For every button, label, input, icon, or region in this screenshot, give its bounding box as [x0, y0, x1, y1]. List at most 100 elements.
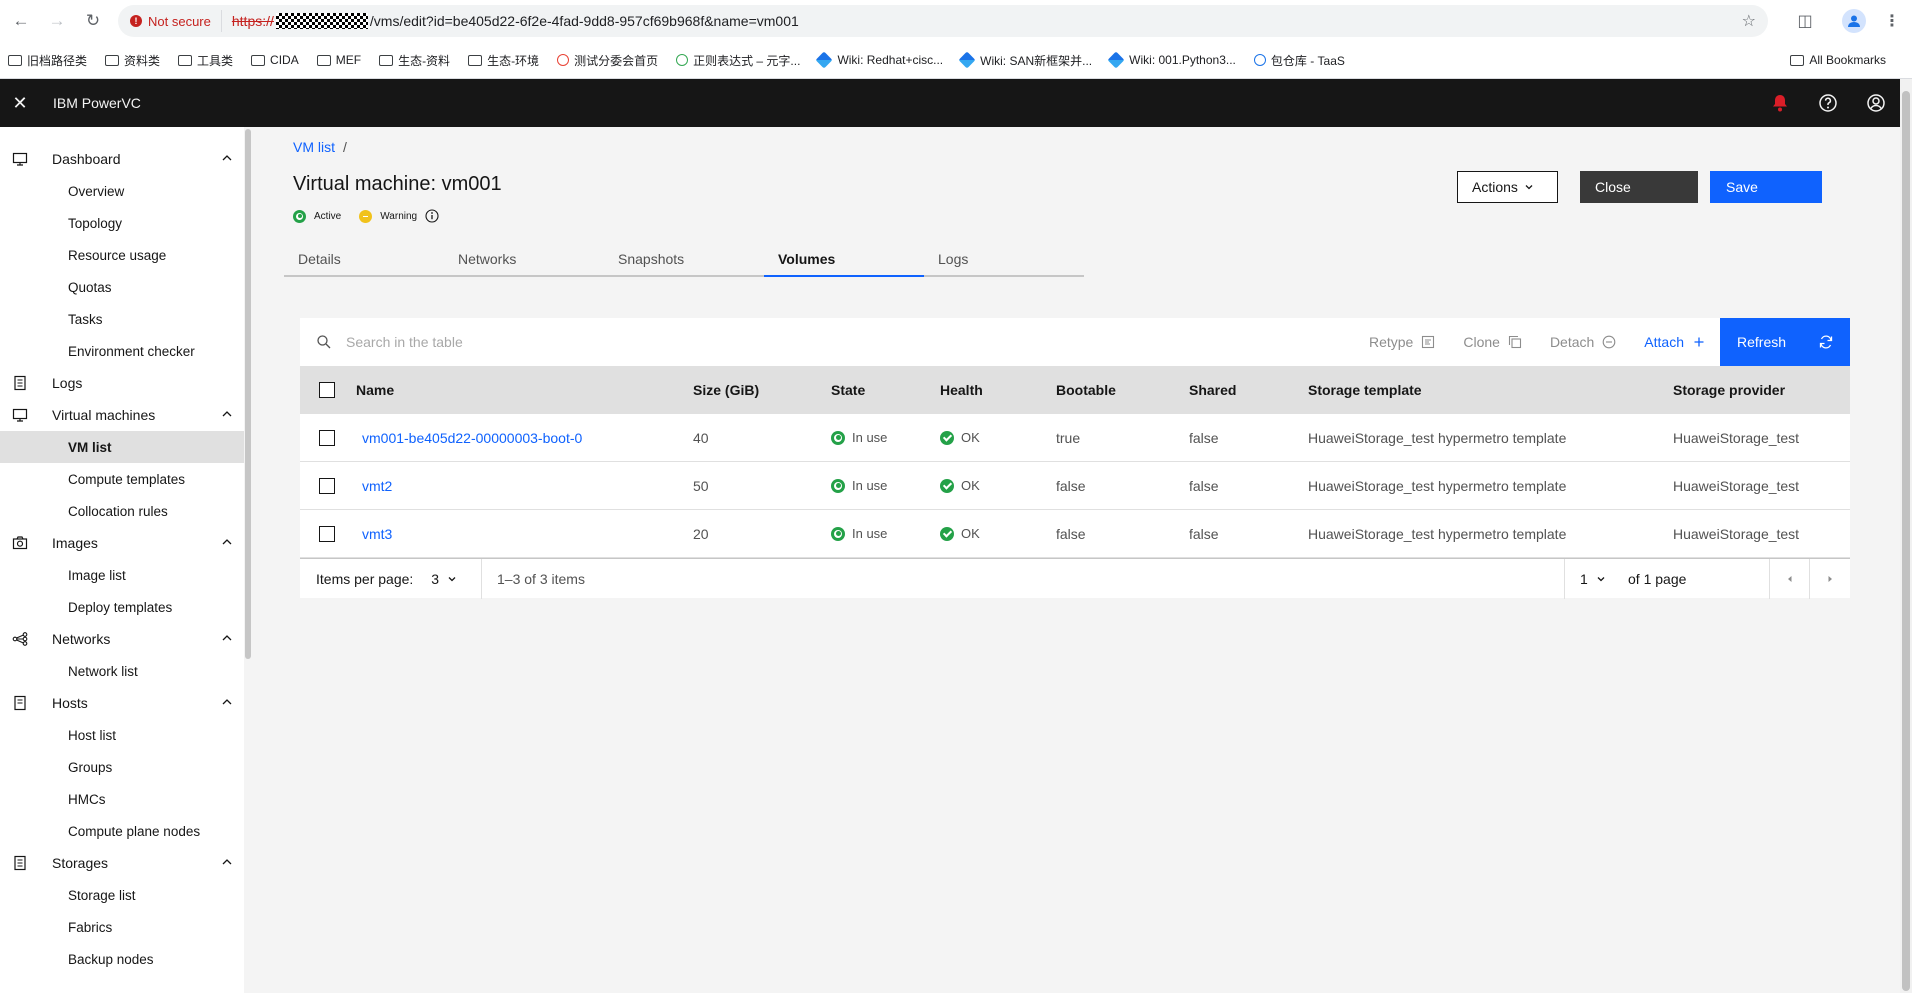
sidebar-item-tasks[interactable]: Tasks: [0, 303, 244, 335]
items-per-page-select[interactable]: 3: [431, 571, 457, 587]
actions-dropdown-button[interactable]: Actions: [1457, 171, 1558, 203]
reload-icon[interactable]: ↻: [78, 6, 108, 36]
bookmark-folder[interactable]: 工具类: [178, 52, 233, 69]
sidebar-item-image-list[interactable]: Image list: [0, 559, 244, 591]
retype-button[interactable]: Retype: [1355, 318, 1449, 366]
notification-bell-icon[interactable]: [1756, 79, 1804, 127]
sidebar-item-compute-plane-nodes[interactable]: Compute plane nodes: [0, 815, 244, 847]
bookmark-link[interactable]: Wiki: Redhat+cisc...: [815, 51, 943, 69]
volume-name-link[interactable]: vm001-be405d22-00000003-boot-0: [362, 430, 582, 446]
sidebar-item-vm-list[interactable]: VM list: [0, 431, 244, 463]
forward-arrow-icon[interactable]: →: [42, 6, 72, 36]
extensions-icon[interactable]: ◫: [1795, 11, 1815, 31]
tab-volumes[interactable]: Volumes: [764, 243, 924, 277]
volume-health: OK: [940, 478, 980, 493]
page-select[interactable]: 1: [1580, 571, 1606, 587]
page-scrollbar[interactable]: [1900, 79, 1912, 993]
sidebar-group-dashboard[interactable]: Dashboard: [0, 143, 252, 175]
pagination-range: 1–3 of 3 items: [497, 571, 585, 587]
row-checkbox[interactable]: [319, 478, 335, 494]
detach-button[interactable]: Detach: [1536, 318, 1630, 366]
info-icon[interactable]: [425, 209, 439, 223]
bookmark-folder[interactable]: 资料类: [105, 52, 160, 69]
all-bookmarks[interactable]: All Bookmarks: [1790, 53, 1886, 67]
sidebar-item-fabrics[interactable]: Fabrics: [0, 911, 244, 943]
bookmark-folder[interactable]: 生态-环境: [468, 52, 539, 69]
column-header-health[interactable]: Health: [940, 382, 983, 398]
next-page-button[interactable]: [1810, 559, 1850, 599]
sidebar-item-quotas[interactable]: Quotas: [0, 271, 244, 303]
storage-icon: [12, 855, 28, 871]
volume-name-link[interactable]: vmt3: [362, 526, 392, 542]
pagination-divider: [481, 559, 482, 599]
breadcrumb-vm-list-link[interactable]: VM list: [293, 139, 335, 155]
bookmark-link[interactable]: Wiki: SAN新框架并...: [958, 51, 1092, 69]
column-header-name[interactable]: Name: [356, 382, 394, 398]
chevron-up-icon: [222, 859, 232, 865]
bookmark-folder[interactable]: MEF: [316, 53, 361, 67]
volume-bootable: true: [1056, 429, 1081, 446]
bookmark-link[interactable]: Wiki: 001.Python3...: [1107, 51, 1236, 69]
page-scrollbar-thumb[interactable]: [1902, 91, 1910, 991]
bookmark-link[interactable]: 测试分委会首页: [557, 52, 658, 69]
bookmark-folder[interactable]: 旧档路径类: [8, 52, 87, 69]
clone-button[interactable]: Clone: [1449, 318, 1536, 366]
user-profile-icon[interactable]: [1852, 79, 1900, 127]
sidebar-item-environment-checker[interactable]: Environment checker: [0, 335, 244, 367]
url-path: /vms/edit?id=be405d22-6f2e-4fad-9dd8-957…: [369, 13, 799, 29]
sidebar-item-compute-templates[interactable]: Compute templates: [0, 463, 244, 495]
tab-snapshots[interactable]: Snapshots: [604, 243, 764, 277]
sidebar-item-host-list[interactable]: Host list: [0, 719, 244, 751]
sidebar-group-storages[interactable]: Storages: [0, 847, 252, 879]
sidebar-scrollbar-thumb[interactable]: [245, 129, 251, 659]
profile-avatar-icon[interactable]: [1842, 9, 1866, 33]
bookmark-link[interactable]: 包仓库 - TaaS: [1253, 52, 1345, 69]
sidebar-item-resource-usage[interactable]: Resource usage: [0, 239, 244, 271]
volume-name-link[interactable]: vmt2: [362, 478, 392, 494]
sidebar-group-hosts[interactable]: Hosts: [0, 687, 252, 719]
help-icon[interactable]: [1804, 79, 1852, 127]
bookmark-link[interactable]: 正则表达式 – 元字...: [676, 52, 800, 69]
bookmark-folder[interactable]: CIDA: [251, 53, 299, 67]
column-header-size[interactable]: Size (GiB): [693, 382, 759, 398]
close-menu-icon[interactable]: ✕: [0, 79, 40, 127]
sidebar-item-network-list[interactable]: Network list: [0, 655, 244, 687]
sidebar-item-backup-nodes[interactable]: Backup nodes: [0, 943, 244, 975]
column-header-storage-provider[interactable]: Storage provider: [1673, 382, 1785, 398]
column-header-shared[interactable]: Shared: [1189, 382, 1236, 398]
sidebar-item-storage-list[interactable]: Storage list: [0, 879, 244, 911]
close-button[interactable]: Close: [1580, 171, 1698, 203]
column-header-storage-template[interactable]: Storage template: [1308, 382, 1422, 398]
sidebar-item-groups[interactable]: Groups: [0, 751, 244, 783]
table-search-input[interactable]: [346, 334, 1126, 350]
save-button[interactable]: Save: [1710, 171, 1822, 203]
tab-logs[interactable]: Logs: [924, 243, 1084, 277]
tab-networks[interactable]: Networks: [444, 243, 604, 277]
browser-menu-icon[interactable]: ⋮: [1884, 11, 1900, 31]
sidebar-group-networks[interactable]: Networks: [0, 623, 252, 655]
row-checkbox[interactable]: [319, 526, 335, 542]
bookmark-star-icon[interactable]: ☆: [1742, 11, 1756, 31]
row-checkbox[interactable]: [319, 430, 335, 446]
sidebar-item-collocation-rules[interactable]: Collocation rules: [0, 495, 244, 527]
sidebar-group-virtual-machines[interactable]: Virtual machines: [0, 399, 252, 431]
select-all-checkbox[interactable]: [319, 382, 335, 398]
refresh-button[interactable]: Refresh: [1720, 318, 1850, 366]
sidebar-item-overview[interactable]: Overview: [0, 175, 244, 207]
bookmark-folder[interactable]: 生态-资料: [379, 52, 450, 69]
sidebar-item-hmcs[interactable]: HMCs: [0, 783, 244, 815]
tab-details[interactable]: Details: [284, 243, 444, 277]
sidebar-item-topology[interactable]: Topology: [0, 207, 244, 239]
attach-button[interactable]: Attach: [1630, 318, 1720, 366]
back-arrow-icon[interactable]: ←: [6, 6, 36, 36]
volume-bootable: false: [1056, 525, 1086, 542]
sidebar-scrollbar[interactable]: [244, 127, 252, 993]
column-header-bootable[interactable]: Bootable: [1056, 382, 1116, 398]
address-bar[interactable]: ! Not secure https:// /vms/edit?id=be405…: [118, 5, 1768, 37]
sidebar-group-logs[interactable]: Logs: [0, 367, 252, 399]
previous-page-button[interactable]: [1770, 559, 1810, 599]
column-header-state[interactable]: State: [831, 382, 865, 398]
not-secure-badge[interactable]: ! Not secure: [130, 10, 222, 32]
sidebar-group-images[interactable]: Images: [0, 527, 252, 559]
sidebar-item-deploy-templates[interactable]: Deploy templates: [0, 591, 244, 623]
